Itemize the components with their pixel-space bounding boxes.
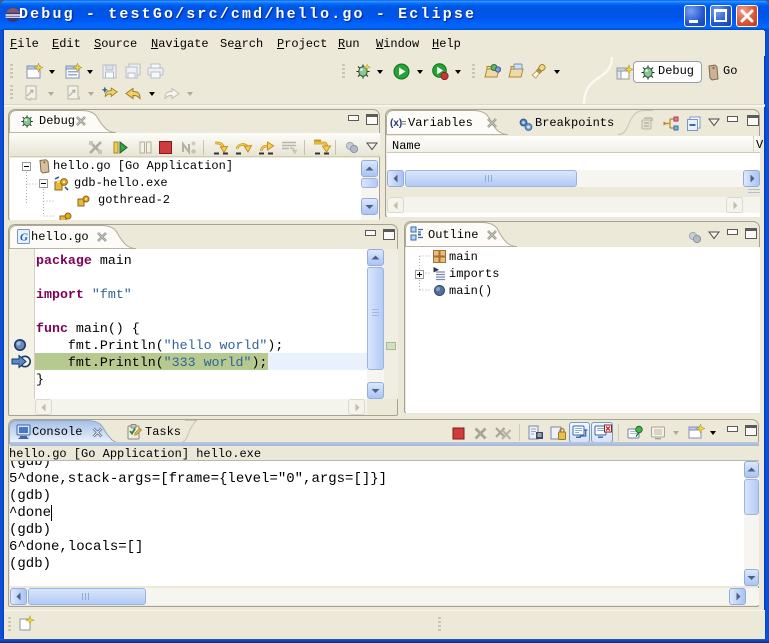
svg-text:G: G	[20, 232, 28, 244]
svg-text:=: =	[402, 118, 407, 128]
svg-text:(x): (x)	[390, 118, 402, 128]
